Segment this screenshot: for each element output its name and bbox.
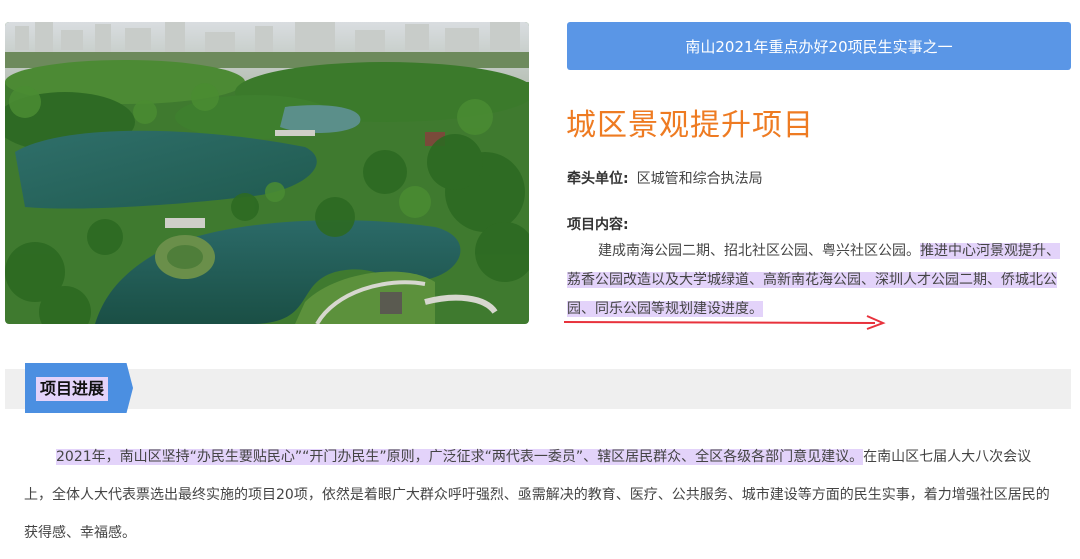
lead-unit-row: 牵头单位: 区城管和综合执法局 bbox=[567, 168, 763, 188]
progress-paragraph: 2021年，南山区坚持“办民生要贴民心”“开门办民生”原则，广泛征求“两代表一委… bbox=[24, 438, 1054, 552]
banner-header: 南山2021年重点办好20项民生实事之一 bbox=[567, 22, 1071, 70]
project-title: 城区景观提升项目 bbox=[566, 108, 814, 143]
section-title: 项目进展 bbox=[36, 377, 109, 401]
lead-unit-value: 区城管和综合执法局 bbox=[636, 171, 763, 187]
park-aerial-photo bbox=[5, 22, 529, 324]
content-text-plain: 建成南海公园二期、招北社区公园、粤兴社区公园。 bbox=[598, 243, 920, 259]
content-body: 建成南海公园二期、招北社区公园、粤兴社区公园。推进中心河景观提升、荔香公园改造以… bbox=[567, 237, 1069, 324]
content-label: 项目内容: bbox=[567, 217, 629, 233]
paragraph-highlight: 2021年，南山区坚持“办民生要贴民心”“开门办民生”原则，广泛征求“两代表一委… bbox=[56, 449, 864, 465]
red-arrow-icon bbox=[563, 315, 886, 330]
lead-unit-label: 牵头单位: bbox=[567, 171, 629, 187]
section-header-bar bbox=[5, 369, 1071, 409]
